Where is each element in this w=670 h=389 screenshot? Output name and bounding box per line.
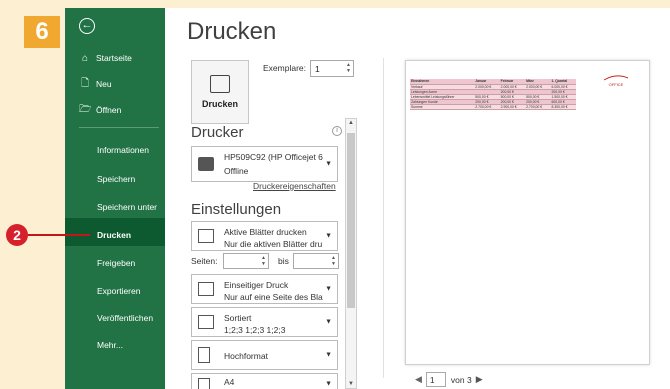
chevron-down-icon: ▼ xyxy=(325,318,332,326)
sidebar-item-label: Startseite xyxy=(96,53,132,63)
table-row: Summe 2.700,00 €2.900,00 €2.700,00 €8.300… xyxy=(410,104,576,110)
home-icon: ⌂ xyxy=(81,52,89,64)
info-icon[interactable]: i xyxy=(332,126,342,136)
chevron-down-icon: ▼ xyxy=(325,351,332,359)
chevron-down-icon: ▼ xyxy=(325,232,332,240)
callout-line xyxy=(28,234,90,236)
excel-backstage: ← ⌂ Startseite 🗋 Neu 🗁 Öffnen Informatio… xyxy=(65,8,670,389)
sidebar-item-oeffnen[interactable]: 🗁 Öffnen xyxy=(79,100,121,120)
setting-line2: Nur die aktiven Blätter dru... xyxy=(224,239,323,249)
sidebar-item-mehr[interactable]: Mehr... xyxy=(97,340,123,350)
page-number-input[interactable]: 1 xyxy=(425,372,446,387)
sidebar-item-neu[interactable]: 🗋 Neu xyxy=(79,74,112,94)
scroll-up-icon[interactable]: ▲ xyxy=(346,120,356,126)
sidebar-item-startseite[interactable]: ⌂ Startseite xyxy=(79,48,132,68)
one-sided-icon xyxy=(198,282,214,296)
sidebar-item-speichern[interactable]: Speichern xyxy=(97,174,135,184)
print-what-dropdown[interactable]: Aktive Blätter drucken Nur die aktiven B… xyxy=(191,221,338,251)
pages-label: Seiten: xyxy=(191,256,218,266)
copies-value: 1 xyxy=(315,64,320,74)
step-badge-6: 6 xyxy=(24,16,60,48)
printer-icon xyxy=(210,75,230,93)
sidebar-item-label: Öffnen xyxy=(96,105,122,115)
next-page-icon[interactable]: ▶ xyxy=(476,374,483,385)
scrollbar-thumb[interactable] xyxy=(347,133,355,308)
paper-size-dropdown[interactable]: A4 ▼ xyxy=(191,373,338,389)
pane-divider xyxy=(383,58,384,378)
printer-status: Offline xyxy=(224,166,249,176)
new-file-icon: 🗋 xyxy=(80,77,90,89)
preview-logo: OFFICE xyxy=(602,75,630,87)
printer-heading: Drucker xyxy=(191,124,244,141)
sidebar-item-speichern-unter[interactable]: Speichern unter xyxy=(97,202,157,212)
pages-to-label: bis xyxy=(278,256,289,266)
sidebar-item-label: Neu xyxy=(96,79,112,89)
printer-properties-link[interactable]: Druckereigenschaften xyxy=(253,181,336,191)
sidebar-item-informationen[interactable]: Informationen xyxy=(97,145,149,155)
page-to-input[interactable]: ▲ ▼ xyxy=(293,253,339,269)
setting-line1: Aktive Blätter drucken xyxy=(224,227,307,237)
sidebar-item-exportieren[interactable]: Exportieren xyxy=(97,286,140,296)
printer-name: HP509C92 (HP Officejet 6... xyxy=(224,152,323,162)
sidebar-divider xyxy=(79,127,159,128)
prev-page-icon[interactable]: ◀ xyxy=(415,374,422,385)
sidebar-item-drucken[interactable]: Drucken xyxy=(97,230,131,240)
step-badge-2: 2 xyxy=(6,224,28,246)
print-button[interactable]: Drucken xyxy=(191,60,249,124)
collate-dropdown[interactable]: Sortiert 1;2;3 1;2;3 1;2;3 ▼ xyxy=(191,307,338,337)
collate-icon xyxy=(198,315,214,329)
print-preview-page: Einnahmen Januar Februar März 1. Quartal Ver… xyxy=(405,60,650,365)
folder-open-icon: 🗁 xyxy=(79,103,92,115)
chevron-down-icon: ▼ xyxy=(325,160,332,168)
chevron-down-icon: ▼ xyxy=(325,380,332,388)
grid-icon xyxy=(198,229,214,243)
page-total-label: von 3 xyxy=(450,374,472,385)
sidebar-item-freigeben[interactable]: Freigeben xyxy=(97,258,135,268)
page-title: Drucken xyxy=(187,18,277,45)
portrait-icon xyxy=(198,347,210,363)
setting-line1: A4 xyxy=(224,377,235,387)
setting-line2: Nur auf eine Seite des Blat... xyxy=(224,292,323,302)
preview-table: Einnahmen Januar Februar März 1. Quartal Ver… xyxy=(410,79,576,110)
duplex-dropdown[interactable]: Einseitiger Druck Nur auf eine Seite des… xyxy=(191,274,338,304)
print-button-label: Drucken xyxy=(201,99,238,109)
backstage-sidebar: ← ⌂ Startseite 🗋 Neu 🗁 Öffnen Informatio… xyxy=(65,8,165,389)
printer-dropdown[interactable]: HP509C92 (HP Officejet 6... Offline ▼ xyxy=(191,146,338,182)
printer-device-icon xyxy=(198,157,214,171)
paper-icon xyxy=(198,378,210,389)
settings-scrollbar[interactable]: ▲ ▼ xyxy=(345,118,357,389)
spinner-icon[interactable]: ▲ ▼ xyxy=(346,62,351,74)
copies-input[interactable]: 1 ▲ ▼ xyxy=(310,60,354,77)
setting-line1: Hochformat xyxy=(224,351,268,361)
orientation-dropdown[interactable]: Hochformat ▼ xyxy=(191,340,338,370)
setting-line1: Sortiert xyxy=(224,313,252,323)
scroll-down-icon[interactable]: ▼ xyxy=(346,381,356,387)
copies-label: Exemplare: xyxy=(263,63,306,73)
page-navigator: ◀ 1 von 3 ▶ xyxy=(415,372,483,387)
sidebar-item-veroeffentlichen[interactable]: Veröffentlichen xyxy=(97,313,153,323)
page-from-input[interactable]: ▲ ▼ xyxy=(223,253,269,269)
chevron-down-icon: ▼ xyxy=(325,285,332,293)
setting-line1: Einseitiger Druck xyxy=(224,280,289,290)
print-pane: Drucken Drucken Exemplare: 1 ▲ ▼ Drucker … xyxy=(165,8,670,389)
setting-line2: 1;2;3 1;2;3 1;2;3 xyxy=(224,325,286,335)
back-arrow-icon[interactable]: ← xyxy=(79,18,95,34)
settings-heading: Einstellungen xyxy=(191,201,282,218)
